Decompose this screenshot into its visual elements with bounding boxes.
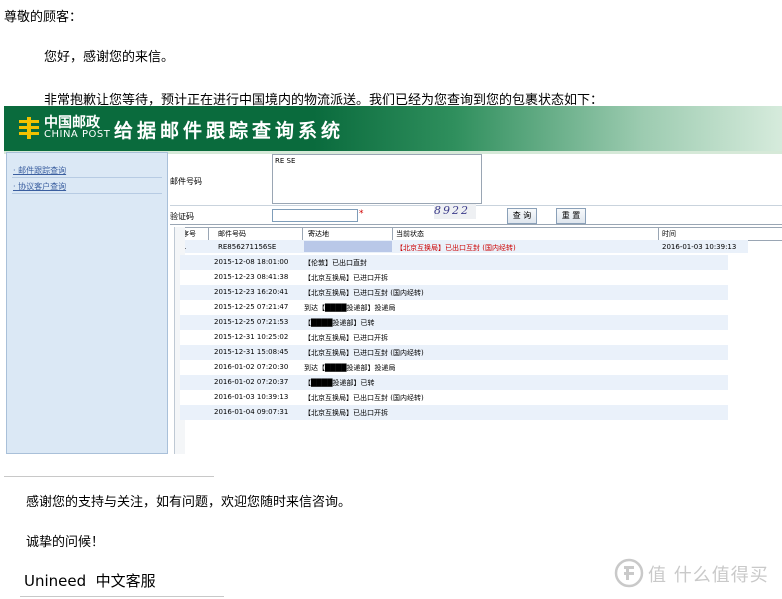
site-title: 给据邮件跟踪查询系统 <box>114 120 345 142</box>
sidebar-divider <box>12 177 162 178</box>
logo-english: CHINA POST <box>44 129 111 140</box>
sidebar-item-mail-tracking[interactable]: · 邮件跟踪查询 <box>13 165 66 176</box>
tracking-row: 2016-01-02 07:20:37 【████投递部】已转 <box>180 375 728 390</box>
summary-row[interactable]: 1 RE856271156SE 【北京互换局】已出口互封 (国内经转) 2016… <box>178 240 748 253</box>
hello-line: 您好，感谢您的来信。 <box>44 50 175 65</box>
tracking-row: 2016-01-03 10:39:13 【北京互换局】已出口互封 (国内经转) <box>180 390 728 405</box>
summary-destination <box>304 241 392 252</box>
tracking-row: 2015-12-23 16:20:41 【北京互换局】已进口互封 (国内经转) <box>180 285 728 300</box>
tracking-row: 2015-12-31 15:08:45 【北京互换局】已进口互封 (国内经转) <box>180 345 728 360</box>
form-divider <box>170 224 782 225</box>
col-mail-number: 邮件号码 <box>218 230 246 238</box>
regards-line: 诚挚的问候！ <box>26 535 105 550</box>
mail-number-input[interactable]: RE SE <box>272 154 482 204</box>
table-header: 序号 邮件号码 寄达地 当前状态 时间 <box>178 227 782 241</box>
captcha-input[interactable] <box>272 209 358 222</box>
col-status: 当前状态 <box>396 230 424 238</box>
tracking-row: 2015-12-25 07:21:53 【████投递部】已转 <box>180 315 728 330</box>
query-button[interactable]: 查 询 <box>507 208 537 224</box>
form-divider <box>170 205 782 206</box>
captcha-label: 验证码 <box>170 212 194 221</box>
tracking-row: 2016-01-02 07:20:30 到达【████投递部】投递局 <box>180 360 728 375</box>
tracking-row: 2015-12-08 18:01:00 【伦敦】已出口直封 <box>180 255 728 270</box>
signature: Unineed 中文客服 <box>24 572 156 590</box>
tracking-row: 2016-01-04 09:07:31 【北京互换局】已出口开拆 <box>180 405 728 420</box>
section-divider <box>4 476 214 477</box>
signature-underline <box>20 596 224 597</box>
mail-number-label: 邮件号码 <box>170 177 202 186</box>
tracking-row: 2015-12-31 10:25:02 【北京互换局】已进口开拆 <box>180 330 728 345</box>
summary-time: 2016-01-03 10:39:13 <box>662 243 737 251</box>
summary-mail-number: RE856271156SE <box>218 243 277 251</box>
banner-gradient <box>314 106 782 151</box>
sidebar: · 邮件跟踪查询 · 协议客户查询 <box>6 152 168 454</box>
captcha-image: 8922 <box>434 204 476 219</box>
tracking-row: 2015-12-23 08:41:38 【北京互换局】已进口开拆 <box>180 270 728 285</box>
col-destination: 寄达地 <box>308 230 329 238</box>
thanks-line: 感谢您的支持与关注，如有问题，欢迎您随时来信咨询。 <box>26 495 352 510</box>
tracking-row: 2015-12-25 07:21:47 到达【████投递部】投递局 <box>180 300 728 315</box>
tracking-screenshot: 中国邮政 CHINA POST 给据邮件跟踪查询系统 · 邮件跟踪查询 · 协议… <box>4 106 782 454</box>
greeting: 尊敬的顾客： <box>4 10 83 25</box>
sidebar-item-agreement-customer[interactable]: · 协议客户查询 <box>13 181 66 192</box>
china-post-logo-icon <box>19 117 39 139</box>
sidebar-divider <box>12 193 162 194</box>
watermark: 值 什么值得买 <box>614 556 779 590</box>
watermark-text: 值 什么值得买 <box>648 565 769 586</box>
reset-button[interactable]: 重 置 <box>556 208 586 224</box>
summary-status: 【北京互换局】已出口互封 (国内经转) <box>396 244 516 252</box>
col-time: 时间 <box>662 230 676 238</box>
watermark-logo-icon <box>614 558 644 588</box>
required-asterisk: * <box>359 209 364 219</box>
mail-number-value: RE SE <box>275 157 296 165</box>
